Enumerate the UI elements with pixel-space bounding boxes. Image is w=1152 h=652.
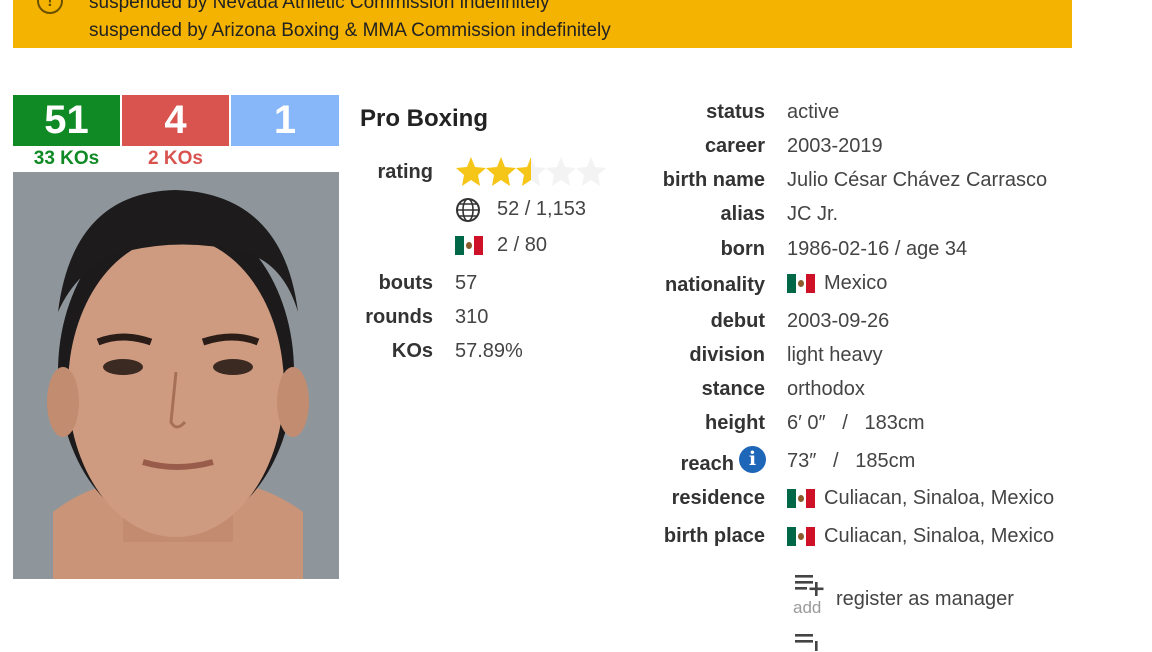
bouts-label: bouts <box>378 272 433 294</box>
playlist-add-icon[interactable] <box>793 632 829 652</box>
boxer-photo <box>13 172 339 579</box>
reach-value: 73″ / 185cm <box>787 450 916 472</box>
status-value: active <box>787 101 840 123</box>
bouts-value: 57 <box>455 272 478 294</box>
alias-value: JC Jr. <box>787 203 839 225</box>
mexico-flag-icon <box>455 236 483 255</box>
wins-count: 51 <box>13 95 120 146</box>
pro-boxing-title: Pro Boxing <box>360 105 489 132</box>
win-kos: 33 KOs <box>33 148 100 169</box>
residence-value[interactable]: Culiacan, Sinaloa, Mexico <box>824 487 1054 510</box>
height-value: 6′ 0″ / 183cm <box>787 412 925 434</box>
born-value: 1986-02-16 / age 34 <box>787 238 968 260</box>
debut-value[interactable]: 2003-09-26 <box>787 310 889 333</box>
mexico-flag-icon <box>787 274 815 293</box>
division-label: division <box>689 344 765 366</box>
reach-label: reach <box>680 453 734 475</box>
height-label: height <box>705 412 765 434</box>
losses-count: 4 <box>122 95 229 146</box>
star-half-icon <box>516 157 546 186</box>
nationality-label: nationality <box>664 274 765 296</box>
division-value[interactable]: light heavy <box>787 344 883 367</box>
rounds-value: 310 <box>455 306 489 328</box>
warning-icon: ! <box>37 0 63 14</box>
mexico-flag-icon <box>787 527 815 546</box>
nationality-value[interactable]: Mexico <box>824 272 887 295</box>
born-label: born <box>720 238 765 260</box>
country-rank[interactable]: 2 / 80 <box>497 234 547 257</box>
birth-name-label: birth name <box>662 169 765 191</box>
star-icon <box>456 157 486 186</box>
rounds-label: rounds <box>365 306 433 328</box>
info-icon[interactable]: i <box>739 446 766 473</box>
alias-label: alias <box>720 203 765 225</box>
star-icon <box>486 157 516 186</box>
stance-label: stance <box>701 378 765 400</box>
status-label: status <box>706 101 765 123</box>
loss-kos: 2 KOs <box>148 148 203 169</box>
birth-name-value: Julio César Chávez Carrasco <box>787 169 1048 191</box>
register-manager-link[interactable]: register as manager <box>836 588 1014 611</box>
birth-place-value[interactable]: Culiacan, Sinaloa, Mexico <box>824 525 1054 548</box>
suspension-banner: ! suspended by Nevada Athletic Commissio… <box>13 0 1072 48</box>
stance-value: orthodox <box>787 378 865 400</box>
world-rank[interactable]: 52 / 1,153 <box>497 198 586 221</box>
kos-label: KOs <box>391 340 433 362</box>
rating-stars <box>456 157 606 186</box>
suspension-line-2: suspended by Arizona Boxing & MMA Commis… <box>89 20 611 41</box>
debut-label: debut <box>710 310 765 332</box>
mexico-flag-icon <box>787 489 815 508</box>
residence-label: residence <box>671 487 765 509</box>
star-empty-icon <box>576 157 606 186</box>
draws-count: 1 <box>231 95 339 146</box>
career-label: career <box>704 135 765 157</box>
suspension-line-1: suspended by Nevada Athletic Commission … <box>89 0 550 13</box>
kos-value: 57.89% <box>455 340 523 362</box>
add-label[interactable]: add <box>793 598 821 618</box>
career-value: 2003-2019 <box>787 135 883 157</box>
birth-place-label: birth place <box>663 525 765 547</box>
globe-icon <box>456 198 480 222</box>
star-empty-icon <box>546 157 576 186</box>
rating-label: rating <box>377 161 433 183</box>
